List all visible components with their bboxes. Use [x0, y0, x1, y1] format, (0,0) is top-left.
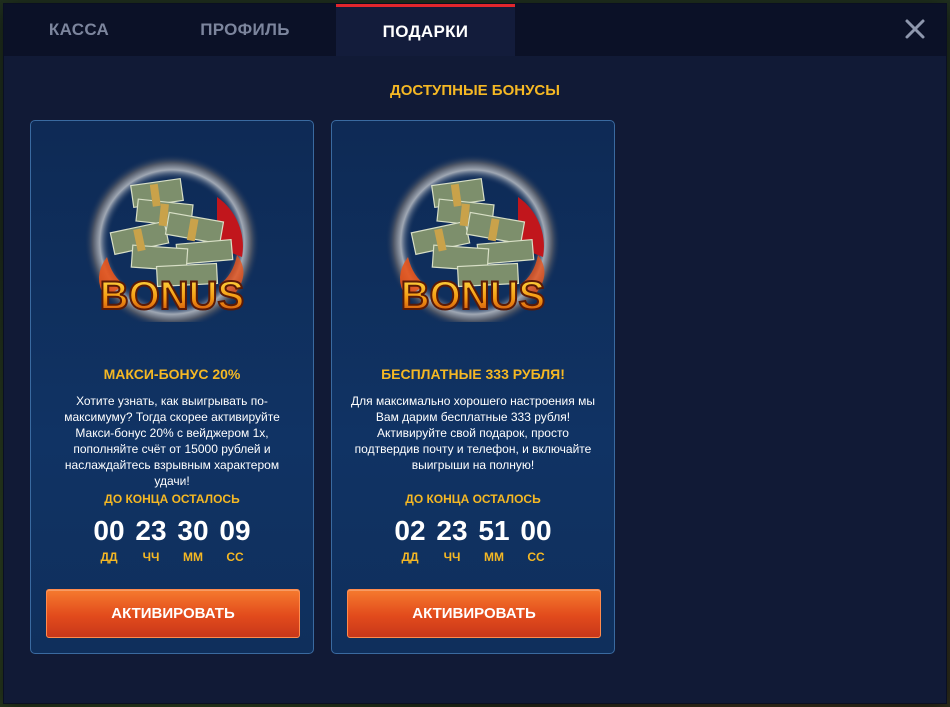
timer-label: ДО КОНЦА ОСТАЛОСЬ: [104, 492, 240, 506]
card-description: Для максимально хорошего настроения мы В…: [351, 394, 595, 472]
timer-days: 00: [93, 515, 125, 546]
timer-hours-unit: ЧЧ: [443, 550, 461, 564]
timer-minutes: 51: [478, 515, 510, 546]
bonus-money-icon: BONUS: [77, 147, 267, 330]
timer-label: ДО КОНЦА ОСТАЛОСЬ: [405, 492, 541, 506]
tab-gifts[interactable]: ПОДАРКИ: [336, 4, 515, 56]
bonus-card: BONUS БЕСПЛАТНЫЕ 333 РУБЛЯ! Для максимал…: [331, 120, 615, 654]
timer-days-unit: ДД: [401, 550, 419, 564]
tab-profile[interactable]: ПРОФИЛЬ: [154, 4, 336, 56]
timer-seconds: 09: [219, 515, 251, 546]
close-icon[interactable]: [902, 16, 928, 42]
timer-minutes-unit: ММ: [484, 550, 504, 564]
section-title: ДОСТУПНЫЕ БОНУСЫ: [390, 82, 560, 99]
tab-bar: КАССА ПРОФИЛЬ ПОДАРКИ: [4, 4, 946, 56]
timer-days-unit: ДД: [100, 550, 118, 564]
activate-button[interactable]: АКТИВИРОВАТЬ: [347, 589, 601, 638]
bonus-money-icon: BONUS: [378, 147, 568, 330]
timer-days: 02: [394, 515, 426, 546]
activate-button[interactable]: АКТИВИРОВАТЬ: [46, 589, 300, 638]
bonus-card: BONUS МАКСИ-БОНУС 20% Хотите узнать, как…: [30, 120, 314, 654]
svg-text:BONUS: BONUS: [100, 274, 244, 318]
card-title: БЕСПЛАТНЫЕ 333 РУБЛЯ!: [381, 366, 565, 382]
bonus-modal: КАССА ПРОФИЛЬ ПОДАРКИ ДОСТУПНЫЕ БОНУСЫ B…: [4, 4, 946, 703]
timer-hours-unit: ЧЧ: [142, 550, 160, 564]
timer-seconds-unit: СС: [226, 550, 244, 564]
timer-hours: 23: [436, 515, 468, 546]
timer-seconds: 00: [520, 515, 552, 546]
timer-minutes: 30: [177, 515, 209, 546]
countdown-timer: 02 ДД 23 ЧЧ 51 ММ 00 СС: [332, 514, 614, 564]
countdown-timer: 00 ДД 23 ЧЧ 30 ММ 09 СС: [31, 514, 313, 564]
tab-kassa[interactable]: КАССА: [4, 4, 154, 56]
timer-seconds-unit: СС: [527, 550, 545, 564]
card-title: МАКСИ-БОНУС 20%: [103, 366, 241, 382]
svg-text:BONUS: BONUS: [401, 274, 545, 318]
timer-hours: 23: [135, 515, 167, 546]
timer-minutes-unit: ММ: [183, 550, 203, 564]
card-description: Хотите узнать, как выигрывать по-максиму…: [64, 394, 280, 488]
